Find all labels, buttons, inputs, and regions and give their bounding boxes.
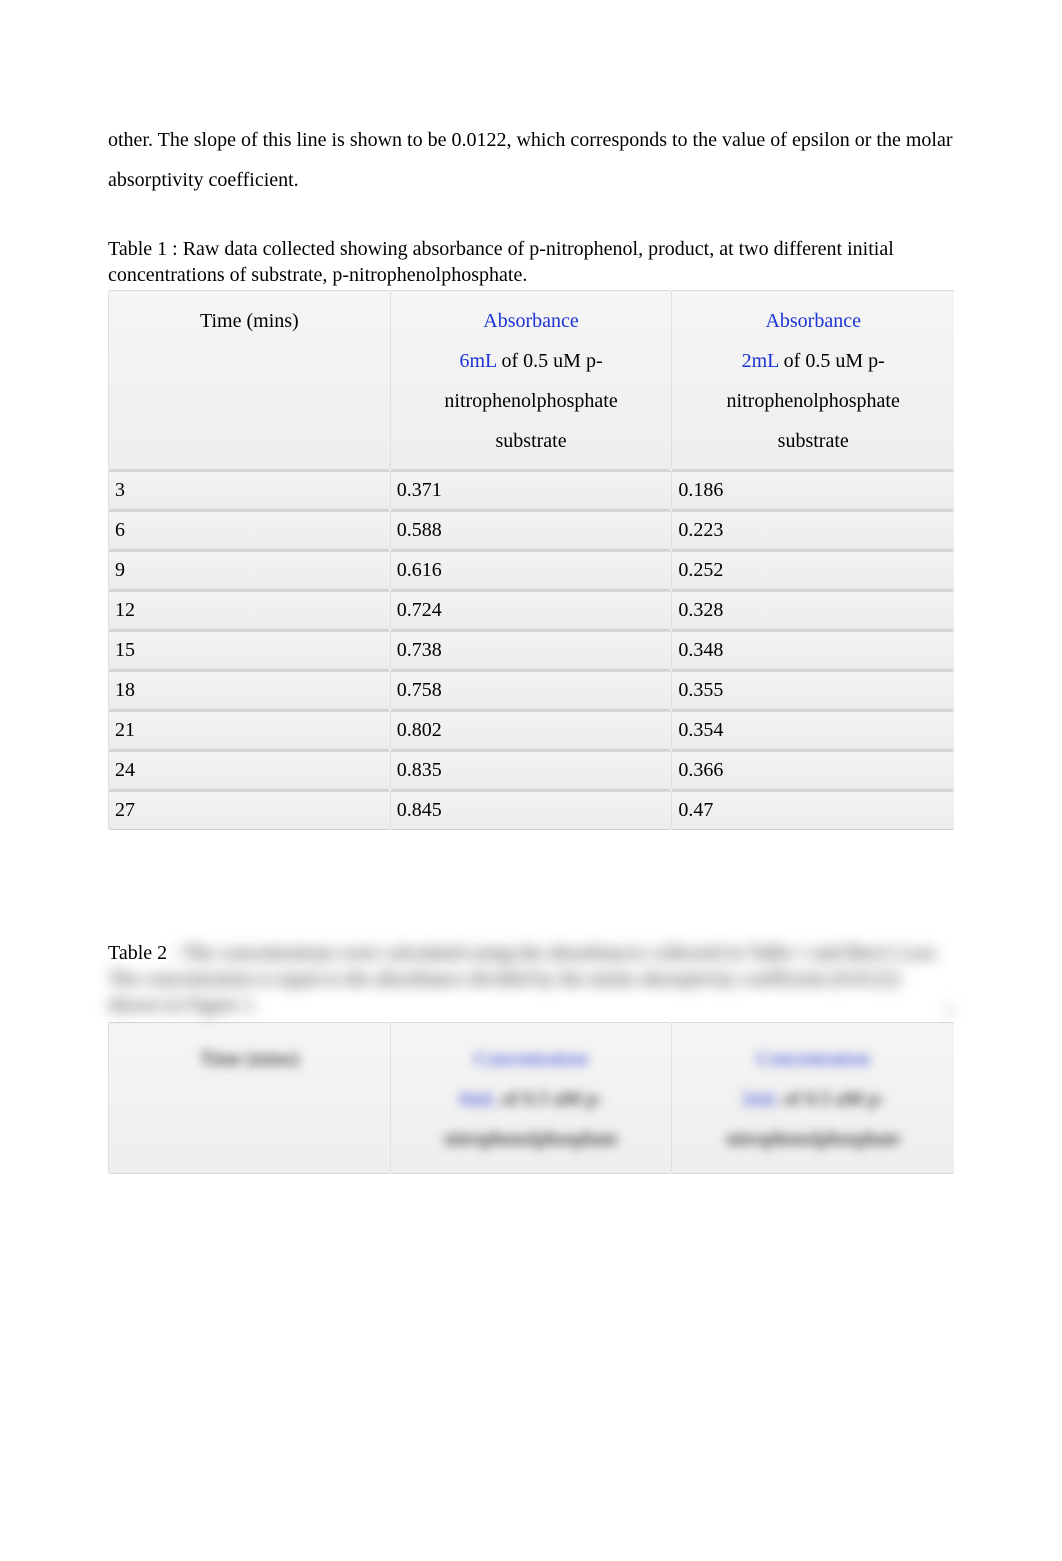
table2-caption-visible: Table 2 <box>108 942 172 964</box>
table-row: 12 0.724 0.328 <box>108 590 954 630</box>
cell-abs2: 0.223 <box>671 510 954 550</box>
table1-section: Table 1 : Raw data collected showing abs… <box>108 236 954 830</box>
cell-abs2: 0.186 <box>671 470 954 510</box>
cell-time: 6 <box>108 510 390 550</box>
header-2ml-label: 2mL <box>742 350 779 372</box>
t2-col3-line1: Concentration <box>757 1048 870 1070</box>
cell-abs2: 0.366 <box>671 750 954 790</box>
table1-header-abs-6ml: Absorbance 6mL of 0.5 uM p- nitrophenolp… <box>390 290 672 470</box>
header-6ml-line4: substrate <box>496 430 567 452</box>
table1-header-abs-2ml: Absorbance 2mL of 0.5 uM p- nitrophenolp… <box>671 290 954 470</box>
cell-abs6: 0.724 <box>390 590 672 630</box>
page-number: 5 <box>945 1000 954 1021</box>
cell-abs2: 0.355 <box>671 670 954 710</box>
table2-header-conc-2ml: Concentration 2mL of 0.5 uM p- nitrophen… <box>671 1022 954 1174</box>
header-6ml-line3: nitrophenolphosphate <box>444 390 617 412</box>
header-2ml-line3: nitrophenolphosphate <box>727 390 900 412</box>
table1-body: 3 0.371 0.186 6 0.588 0.223 9 0.616 0.25… <box>108 470 954 830</box>
table2-header-conc-6ml: Concentration 6mL of 0.5 uM p- nitrophen… <box>390 1022 672 1174</box>
table-row: 27 0.845 0.47 <box>108 790 954 830</box>
header-2ml-line4: substrate <box>778 430 849 452</box>
t2-col2-line2a: 6mL <box>459 1088 496 1110</box>
table-row: 15 0.738 0.348 <box>108 630 954 670</box>
table1-header-row: Time (mins) Absorbance 6mL of 0.5 uM p- … <box>108 290 954 470</box>
cell-abs6: 0.802 <box>390 710 672 750</box>
t2-col1-blur: Time (mins) <box>200 1048 299 1070</box>
cell-abs2: 0.354 <box>671 710 954 750</box>
t2-col3-line2a: 2mL <box>742 1088 779 1110</box>
table2-section: Table 2 : The concentrations were calcul… <box>108 940 954 1174</box>
cell-abs6: 0.835 <box>390 750 672 790</box>
table-row: 21 0.802 0.354 <box>108 710 954 750</box>
header-6ml-rest: of 0.5 uM p- <box>497 350 603 372</box>
t2-col3-line3: nitrophenolphosphate <box>727 1128 900 1150</box>
cell-time: 12 <box>108 590 390 630</box>
cell-time: 24 <box>108 750 390 790</box>
cell-abs2: 0.252 <box>671 550 954 590</box>
table-row: 3 0.371 0.186 <box>108 470 954 510</box>
cell-time: 21 <box>108 710 390 750</box>
table-row: 18 0.758 0.355 <box>108 670 954 710</box>
cell-time: 15 <box>108 630 390 670</box>
cell-time: 18 <box>108 670 390 710</box>
table2-caption: Table 2 : The concentrations were calcul… <box>108 940 954 1018</box>
cell-abs2: 0.47 <box>671 790 954 830</box>
cell-abs6: 0.738 <box>390 630 672 670</box>
t2-col2-line1: Concentration <box>474 1048 587 1070</box>
cell-time: 27 <box>108 790 390 830</box>
table2-caption-blurred: : The concentrations were calculated usi… <box>108 942 939 1016</box>
header-abs-label: Absorbance <box>483 310 579 332</box>
header-2ml-rest: of 0.5 uM p- <box>779 350 885 372</box>
cell-abs6: 0.616 <box>390 550 672 590</box>
cell-abs6: 0.371 <box>390 470 672 510</box>
cell-abs2: 0.348 <box>671 630 954 670</box>
table-row: 9 0.616 0.252 <box>108 550 954 590</box>
intro-paragraph: other. The slope of this line is shown t… <box>108 120 954 200</box>
cell-abs6: 0.845 <box>390 790 672 830</box>
cell-time: 3 <box>108 470 390 510</box>
t2-col3-line2b: of 0.5 uM p- <box>779 1088 885 1110</box>
t2-col2-line3: nitrophenolphosphate <box>444 1128 617 1150</box>
cell-abs6: 0.588 <box>390 510 672 550</box>
table2: Time (mins) Concentration 6mL of 0.5 uM … <box>108 1022 954 1174</box>
table2-header-time: Time (mins) <box>108 1022 390 1174</box>
cell-abs2: 0.328 <box>671 590 954 630</box>
t2-col2-line2b: of 0.5 uM p- <box>497 1088 603 1110</box>
cell-abs6: 0.758 <box>390 670 672 710</box>
page-content: other. The slope of this line is shown t… <box>0 0 1062 1461</box>
table-row: 24 0.835 0.366 <box>108 750 954 790</box>
table1-header-time: Time (mins) <box>108 290 390 470</box>
header-abs2-label: Absorbance <box>765 310 861 332</box>
table2-header-row: Time (mins) Concentration 6mL of 0.5 uM … <box>108 1022 954 1174</box>
table1: Time (mins) Absorbance 6mL of 0.5 uM p- … <box>108 290 954 830</box>
table1-caption: Table 1 : Raw data collected showing abs… <box>108 236 954 288</box>
header-6ml-label: 6mL <box>459 350 496 372</box>
table-row: 6 0.588 0.223 <box>108 510 954 550</box>
cell-time: 9 <box>108 550 390 590</box>
